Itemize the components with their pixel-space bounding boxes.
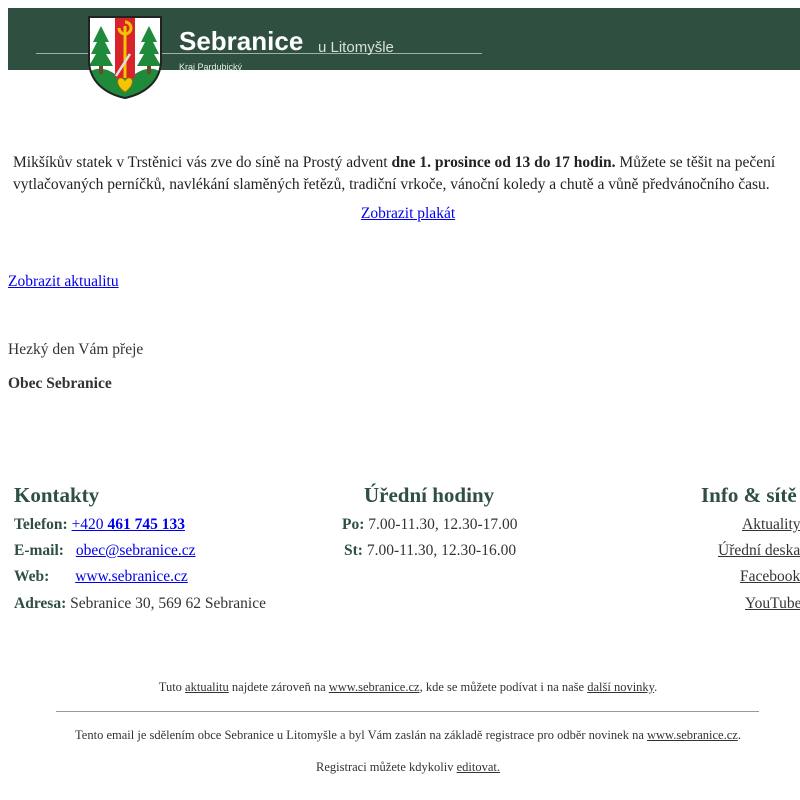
email-label: E-mail: — [14, 542, 64, 559]
phone-prefix: +420 — [71, 516, 108, 533]
address-label: Adresa: — [14, 595, 67, 612]
subscription-note-text: Tento email je sdělením obce Sebranice u… — [75, 728, 647, 742]
subscription-note: Tento email je sdělením obce Sebranice u… — [0, 728, 800, 743]
info-link-youtube[interactable]: YouTube — [745, 595, 800, 612]
source-note-text-c: , kde se můžete podívat i na naše — [419, 680, 588, 694]
edit-registration-link[interactable]: editovat. — [457, 760, 500, 774]
phone-link[interactable]: +420 461 745 133 — [72, 516, 185, 533]
edit-registration-note: Registraci můžete kdykoliv editovat. — [0, 760, 800, 775]
source-note-text-b: najdete zároveň na — [228, 680, 329, 694]
contacts-heading: Kontakty — [14, 483, 100, 507]
greeting: Hezký den Vám přeje — [8, 341, 144, 358]
wednesday-label: St: — [344, 542, 363, 559]
info-link-official-board[interactable]: Úřední deska — [718, 542, 800, 559]
news-link-container: Zobrazit aktualitu — [8, 273, 119, 291]
subscription-site-link[interactable]: www.sebranice.cz — [647, 728, 738, 742]
office-hours-heading: Úřední hodiny — [364, 483, 495, 507]
info-link-news[interactable]: Aktuality — [742, 516, 800, 533]
source-note-text-a: Tuto — [158, 680, 186, 694]
monday-label: Po: — [342, 516, 365, 533]
address-value: Sebranice 30, 569 62 Sebranice — [70, 595, 266, 612]
edit-registration-text: Registraci můžete kdykoliv — [316, 760, 457, 774]
subscription-note-end: . — [737, 728, 741, 742]
email-row: E-mail: obec@sebranice.cz — [14, 542, 196, 560]
web-link[interactable]: www.sebranice.cz — [75, 568, 188, 585]
signature: Obec Sebranice — [8, 375, 112, 392]
event-announcement: Mikšíkův statek v Trstěnici vás zve do s… — [13, 152, 800, 196]
info-link-board-container: Úřední deska — [718, 542, 800, 560]
site-title[interactable]: Sebranice — [179, 28, 303, 54]
intro-text-line2: vytlačovaných perníčků, navlékání slaměn… — [13, 176, 770, 193]
site-subtitle: u Litomyšle — [318, 39, 394, 56]
footer-divider — [56, 711, 759, 712]
info-heading: Info & sítě — [701, 483, 797, 507]
intro-text-cont: Můžete se těšit na pečení — [615, 154, 776, 171]
web-row: Web: www.sebranice.cz — [14, 568, 188, 586]
info-link-facebook[interactable]: Facebook — [740, 568, 800, 585]
coat-of-arms-logo[interactable] — [86, 14, 164, 105]
phone-row: Telefon: +420 461 745 133 — [14, 516, 185, 534]
source-note-more-news-link[interactable]: další novinky — [587, 680, 654, 694]
info-link-news-container: Aktuality — [742, 516, 800, 534]
source-note-news-link[interactable]: aktualitu — [185, 680, 229, 694]
address-row: Adresa: Sebranice 30, 569 62 Sebranice — [14, 595, 266, 613]
site-region: Kraj Pardubický — [179, 62, 243, 72]
phone-number: 461 745 133 — [107, 516, 185, 533]
web-label: Web: — [14, 568, 50, 585]
wednesday-hours: 7.00-11.30, 12.30-16.00 — [366, 542, 517, 559]
phone-label: Telefon: — [14, 516, 68, 533]
office-hours-monday: Po: 7.00-11.30, 12.30-17.00 — [342, 516, 518, 534]
monday-hours: 7.00-11.30, 12.30-17.00 — [368, 516, 518, 533]
show-news-link[interactable]: Zobrazit aktualitu — [8, 273, 119, 290]
source-note-site-link[interactable]: www.sebranice.cz — [329, 680, 420, 694]
show-poster-link[interactable]: Zobrazit plakát — [361, 205, 455, 222]
email-link[interactable]: obec@sebranice.cz — [76, 542, 196, 559]
poster-link-container: Zobrazit plakát — [0, 205, 800, 223]
info-link-youtube-container: YouTube — [745, 595, 800, 613]
source-note-text-d: . — [654, 680, 658, 694]
info-link-facebook-container: Facebook — [740, 568, 800, 586]
intro-text: Mikšíkův statek v Trstěnici vás zve do s… — [13, 154, 392, 171]
intro-date: dne 1. prosince od 13 do 17 hodin. — [391, 154, 616, 171]
office-hours-wednesday: St: 7.00-11.30, 12.30-16.00 — [344, 542, 516, 560]
source-note: Tuto aktualitu najdete zároveň na www.se… — [0, 680, 800, 695]
